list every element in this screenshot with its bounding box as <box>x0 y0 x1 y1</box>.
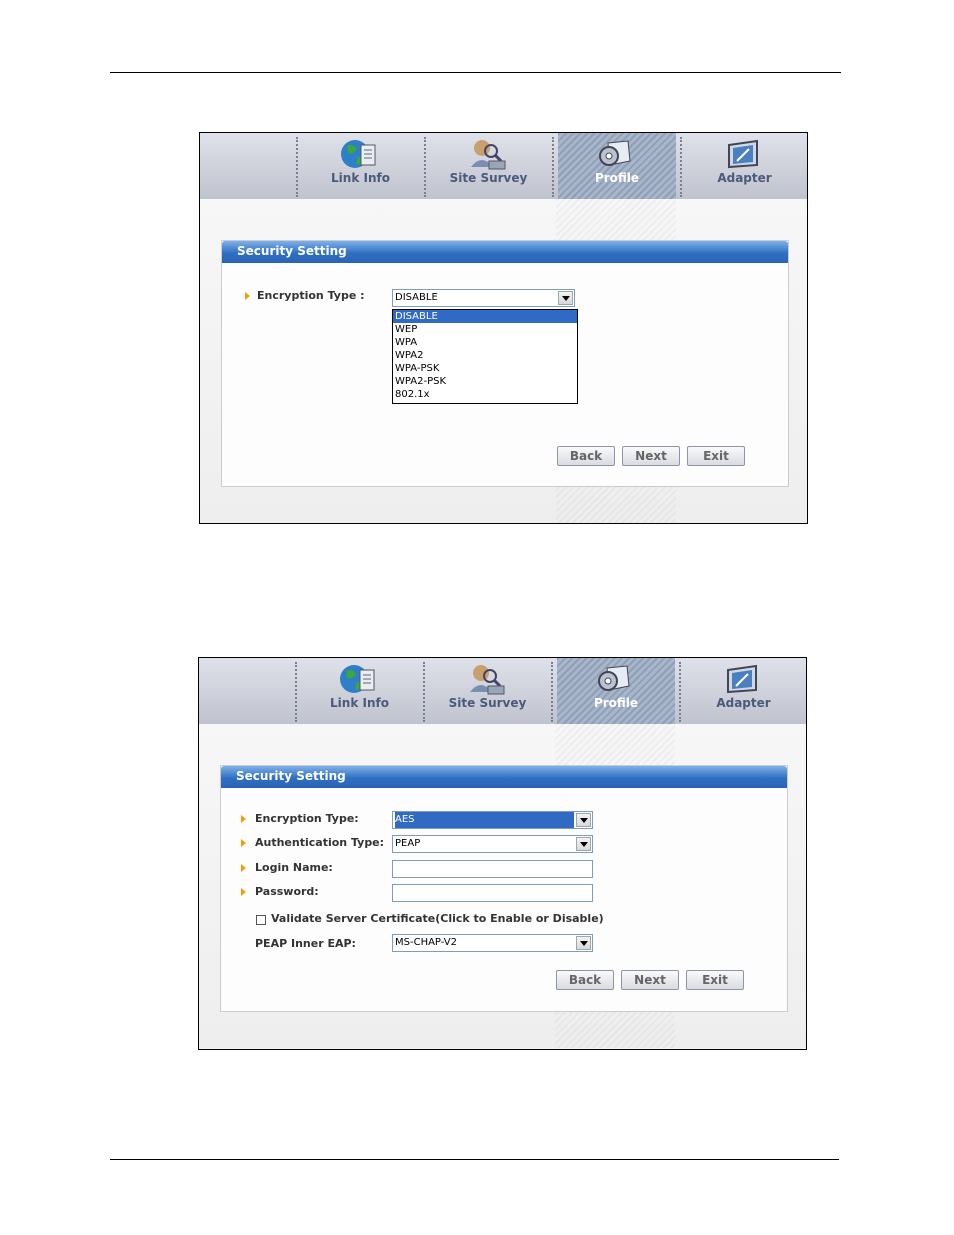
panel-title: Security Setting <box>222 241 788 263</box>
option-wpa2-psk[interactable]: WPA2-PSK <box>393 375 577 388</box>
tab-label: Site Survey <box>449 171 528 185</box>
adapter-icon <box>727 664 757 694</box>
password-label: Password: <box>255 885 319 898</box>
tab-label: Link Info <box>331 171 390 185</box>
select-value: MS-CHAP-V2 <box>395 937 457 948</box>
select-value: DISABLE <box>395 292 438 303</box>
next-button[interactable]: Next <box>621 970 679 990</box>
chevron-down-icon[interactable] <box>576 813 591 827</box>
peap-inner-eap-select[interactable]: MS-CHAP-V2 <box>392 934 593 952</box>
site-survey-icon <box>470 665 505 695</box>
header-rule <box>110 72 841 73</box>
option-disable[interactable]: DISABLE <box>393 310 577 323</box>
globe-icon <box>341 140 376 168</box>
nav-bar: Link Info Site Survey Profile Adapter <box>199 658 806 724</box>
tab-profile[interactable]: Profile <box>558 133 676 199</box>
profile-gear-icon <box>599 140 631 166</box>
tab-label: Adapter <box>716 696 771 710</box>
back-button[interactable]: Back <box>556 970 614 990</box>
peap-inner-eap-label: PEAP Inner EAP: <box>255 937 356 950</box>
login-name-label: Login Name: <box>255 861 333 874</box>
validate-certificate-checkbox[interactable] <box>256 915 266 925</box>
bullet-icon <box>241 839 246 847</box>
option-wpa[interactable]: WPA <box>393 336 577 349</box>
select-value: AES <box>395 812 574 828</box>
encryption-type-select[interactable]: DISABLE <box>392 289 575 307</box>
tab-adapter[interactable]: Adapter <box>681 133 807 199</box>
tab-label: Site Survey <box>448 696 527 710</box>
security-setting-panel: Security Setting Encryption Type : DISAB… <box>221 240 789 487</box>
footer-rule <box>110 1159 839 1160</box>
tab-label: Profile <box>593 696 639 710</box>
bullet-icon <box>245 292 250 300</box>
tab-site-survey[interactable]: Site Survey <box>424 658 551 724</box>
bullet-icon <box>241 864 246 872</box>
encryption-type-label: Encryption Type : <box>257 289 365 302</box>
encryption-type-dropdown: DISABLE WEP WPA WPA2 WPA-PSK WPA2-PSK 80… <box>392 309 578 404</box>
tab-link-info[interactable]: Link Info <box>297 133 424 199</box>
tab-profile[interactable]: Profile <box>557 658 675 724</box>
encryption-type-label: Encryption Type: <box>255 812 359 825</box>
tab-separator <box>552 137 554 197</box>
authentication-type-label: Authentication Type: <box>255 836 385 849</box>
option-wpa2[interactable]: WPA2 <box>393 349 577 362</box>
login-name-input[interactable] <box>392 860 593 878</box>
security-setting-panel: Security Setting Encryption Type: AES Au… <box>220 765 788 1012</box>
site-survey-icon <box>471 140 506 170</box>
content-area: Security Setting Encryption Type: AES Au… <box>199 724 806 1048</box>
select-value: PEAP <box>395 838 421 849</box>
profile-gear-icon <box>598 665 630 691</box>
tab-separator <box>551 662 553 722</box>
option-wpa-psk[interactable]: WPA-PSK <box>393 362 577 375</box>
back-button[interactable]: Back <box>557 446 615 466</box>
tab-site-survey[interactable]: Site Survey <box>425 133 552 199</box>
globe-icon <box>340 665 375 693</box>
encryption-type-select[interactable]: AES <box>392 811 593 829</box>
screenshot-peap-settings: Link Info Site Survey Profile Adapter Se… <box>198 657 807 1050</box>
validate-certificate-label[interactable]: Validate Server Certificate(Click to Ena… <box>271 912 604 925</box>
chevron-down-icon[interactable] <box>576 837 591 851</box>
bullet-icon <box>241 888 246 896</box>
exit-button[interactable]: Exit <box>686 970 744 990</box>
tab-adapter[interactable]: Adapter <box>680 658 806 724</box>
tab-label: Link Info <box>330 696 389 710</box>
authentication-type-select[interactable]: PEAP <box>392 835 593 853</box>
tab-link-info[interactable]: Link Info <box>296 658 423 724</box>
option-wep[interactable]: WEP <box>393 323 577 336</box>
panel-title: Security Setting <box>221 766 787 788</box>
bullet-icon <box>241 815 246 823</box>
next-button[interactable]: Next <box>622 446 680 466</box>
chevron-down-icon[interactable] <box>576 936 591 950</box>
tab-label: Profile <box>594 171 640 185</box>
option-8021x[interactable]: 802.1x <box>393 388 577 401</box>
chevron-down-icon[interactable] <box>558 291 573 305</box>
nav-bar: Link Info Site Survey Profile Adapter <box>200 133 807 199</box>
adapter-icon <box>728 139 758 169</box>
screenshot-encryption-dropdown: Link Info Site Survey Profile Adapter Se… <box>199 132 808 524</box>
content-area: Security Setting Encryption Type : DISAB… <box>200 199 807 523</box>
tab-label: Adapter <box>717 171 772 185</box>
password-input[interactable] <box>392 884 593 902</box>
exit-button[interactable]: Exit <box>687 446 745 466</box>
